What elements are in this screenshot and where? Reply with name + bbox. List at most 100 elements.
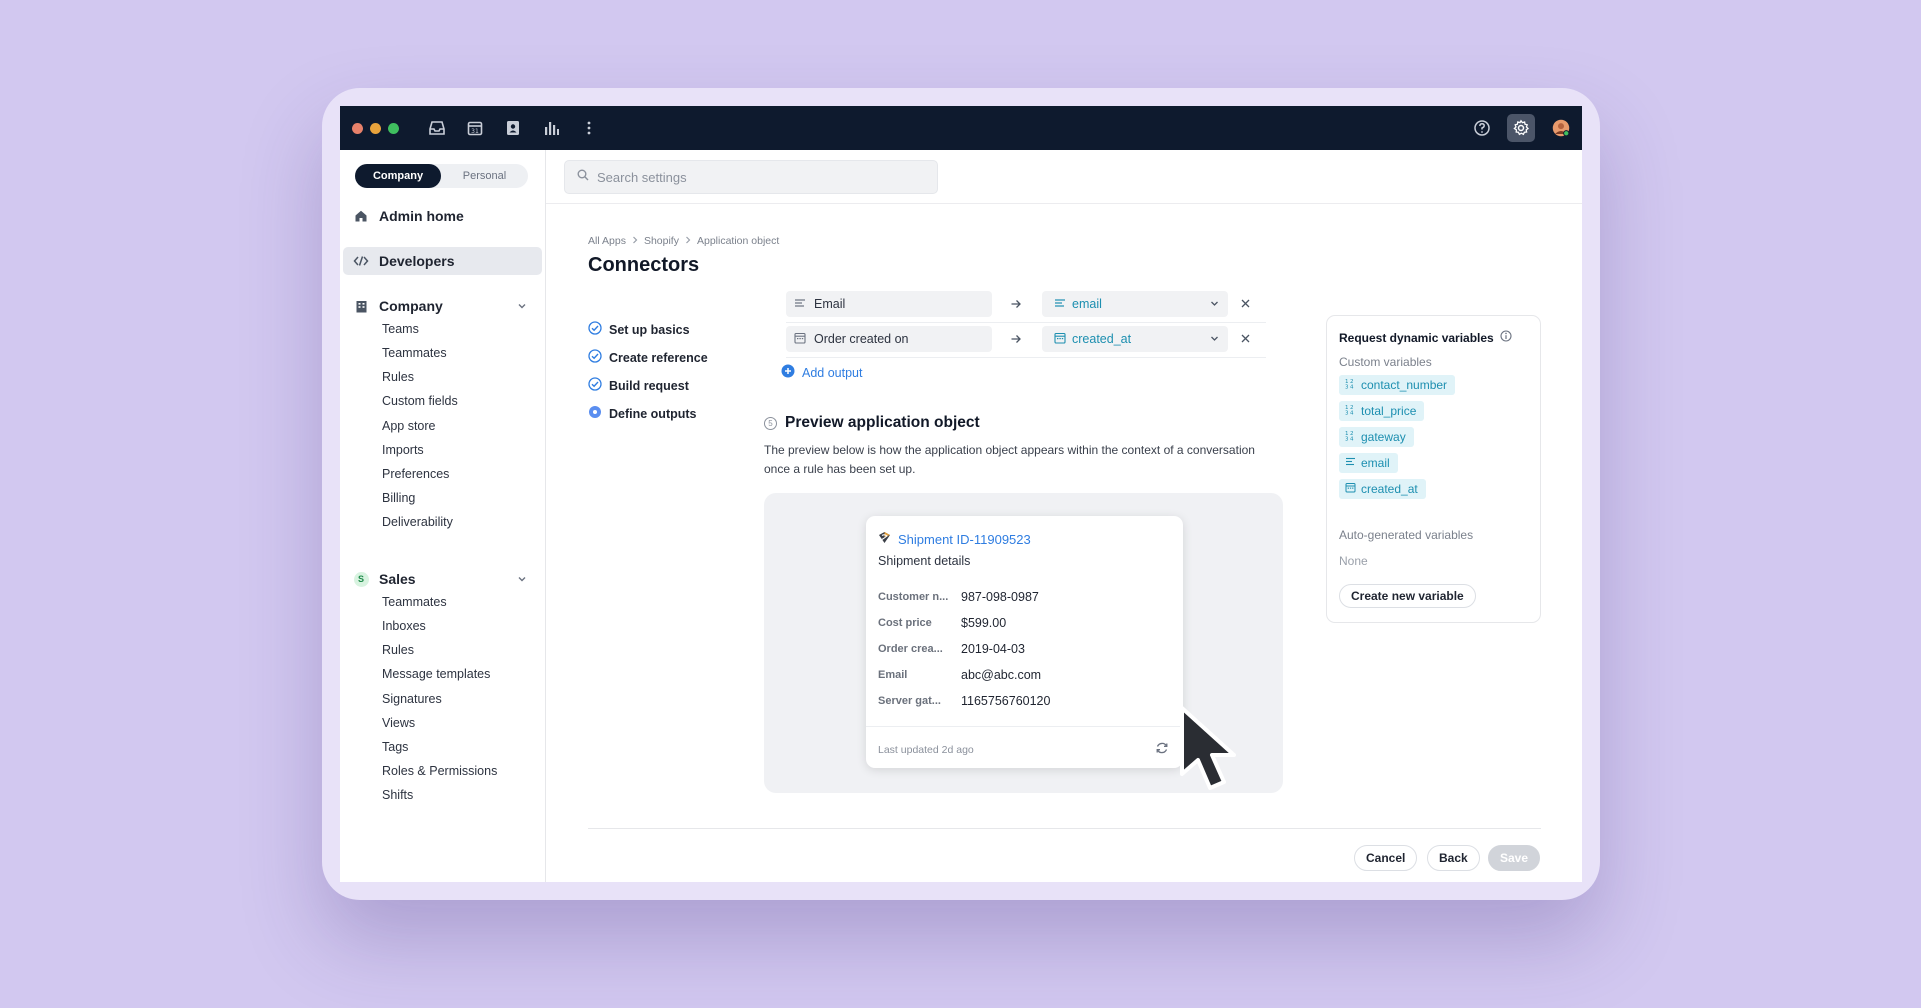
step-create-reference[interactable]: Create reference [588, 349, 708, 366]
nav-sales-item[interactable]: Signatures [382, 691, 442, 707]
add-output-label: Add output [802, 365, 863, 380]
card-field-key: Server gat... [878, 695, 941, 707]
step-define-outputs[interactable]: Define outputs [588, 405, 697, 422]
nav-company-item[interactable]: Deliverability [382, 514, 453, 530]
remove-mapping-icon[interactable] [1240, 331, 1251, 349]
nav-company-item[interactable]: Imports [382, 442, 424, 458]
card-field-key: Cost price [878, 617, 932, 629]
step-label: Create reference [609, 350, 708, 365]
nav-section-company-label: Company [379, 298, 443, 314]
output-mapping-row: Email email [786, 289, 1266, 323]
card-field-value: 1165756760120 [961, 694, 1051, 708]
chevron-down-icon[interactable] [516, 572, 528, 588]
search-settings-field[interactable] [564, 160, 938, 194]
variable-chip[interactable]: created_at [1339, 479, 1426, 499]
nav-developers-label: Developers [379, 253, 455, 269]
mapping-target-select[interactable]: email [1042, 291, 1228, 317]
variables-title: Request dynamic variables [1339, 330, 1494, 345]
window-minimize-dot[interactable] [370, 123, 381, 134]
step-set-up-basics[interactable]: Set up basics [588, 321, 690, 338]
shipment-id: Shipment ID-11909523 [898, 531, 1031, 547]
breadcrumb-all-apps[interactable]: All Apps [588, 235, 626, 247]
mapping-source-field[interactable]: Order created on [786, 326, 992, 352]
window-zoom-dot[interactable] [388, 123, 399, 134]
calendar-icon[interactable]: 31 [464, 117, 486, 139]
window-close-dot[interactable] [352, 123, 363, 134]
search-input[interactable] [597, 169, 917, 185]
reports-icon[interactable] [540, 117, 562, 139]
card-subtitle: Shipment details [878, 554, 971, 568]
refresh-icon[interactable] [1155, 741, 1169, 760]
nav-company-item[interactable]: Custom fields [382, 393, 458, 409]
nav-admin-home[interactable]: Admin home [343, 202, 542, 230]
back-button[interactable]: Back [1427, 845, 1480, 871]
nav-sales-item[interactable]: Inboxes [382, 618, 426, 634]
breadcrumb-current: Application object [696, 235, 780, 247]
variable-chip[interactable]: 1234 total_price [1339, 401, 1425, 421]
svg-text:4: 4 [1350, 411, 1354, 416]
check-circle-icon [588, 377, 602, 394]
shopify-logo-icon [878, 531, 891, 547]
shipment-link[interactable]: Shipment ID-11909523 [878, 531, 1031, 547]
step-build-request[interactable]: Build request [588, 377, 689, 394]
inbox-icon[interactable] [426, 117, 448, 139]
cancel-button[interactable]: Cancel [1354, 845, 1418, 871]
card-field-value: $599.00 [961, 616, 1007, 630]
contacts-icon[interactable] [502, 117, 524, 139]
add-output-button[interactable]: Add output [781, 364, 862, 381]
nav-section-sales[interactable]: S Sales [343, 568, 542, 590]
last-updated-text: Last updated 2d ago [878, 744, 974, 756]
nav-sales-item[interactable]: Rules [382, 642, 414, 658]
page-title: Connectors [588, 254, 700, 276]
settings-gear-icon[interactable] [1507, 114, 1535, 142]
nav-section-company[interactable]: Company [343, 295, 542, 317]
variable-chip[interactable]: email [1339, 453, 1398, 473]
svg-text:3: 3 [1345, 385, 1349, 390]
scope-toggle: Company Personal [355, 164, 528, 188]
nav-company-item[interactable]: App store [382, 418, 436, 434]
nav-company-item[interactable]: Preferences [382, 466, 449, 482]
more-icon[interactable] [578, 117, 600, 139]
nav-sales-item[interactable]: Roles & Permissions [382, 763, 497, 779]
calendar-field-icon [794, 332, 806, 347]
nav-company-item[interactable]: Billing [382, 490, 415, 506]
nav-section-sales-label: Sales [379, 571, 416, 587]
mapping-target-value: created_at [1072, 332, 1132, 346]
chevron-down-icon[interactable] [516, 299, 528, 315]
card-field-key: Customer n... [878, 591, 949, 603]
scope-company-option[interactable]: Company [355, 164, 441, 188]
variable-chip[interactable]: 1234 contact_number [1339, 375, 1456, 395]
info-icon[interactable] [1500, 330, 1512, 345]
title-bar: 31 [340, 106, 1582, 150]
nav-company-item[interactable]: Teammates [382, 345, 447, 361]
user-avatar[interactable] [1549, 116, 1573, 140]
nav-sales-item[interactable]: Views [382, 715, 415, 731]
remove-mapping-icon[interactable] [1240, 296, 1251, 314]
text-variable-icon [1345, 456, 1356, 470]
scope-personal-option[interactable]: Personal [441, 164, 528, 188]
mapping-target-select[interactable]: created_at [1042, 326, 1228, 352]
nav-sales-item[interactable]: Teammates [382, 594, 447, 610]
text-field-icon [794, 297, 806, 312]
arrow-right-icon [1010, 297, 1022, 315]
help-icon[interactable] [1471, 117, 1493, 139]
card-divider [866, 726, 1183, 727]
nav-company-item[interactable]: Teams [382, 321, 419, 337]
code-icon [343, 255, 379, 267]
app-window: 31 Company Personal Admin home Developer… [340, 106, 1582, 882]
chevron-down-icon [1209, 333, 1220, 347]
text-field-icon [1054, 297, 1066, 312]
save-button[interactable]: Save [1488, 845, 1541, 871]
breadcrumb-shopify[interactable]: Shopify [644, 235, 679, 247]
create-new-variable-button[interactable]: Create new variable [1339, 584, 1476, 608]
nav-developers[interactable]: Developers [343, 247, 542, 275]
mapping-source-field[interactable]: Email [786, 291, 992, 317]
mouse-pointer-icon [1178, 704, 1258, 801]
svg-text:4: 4 [1350, 385, 1354, 390]
nav-sales-item[interactable]: Shifts [382, 787, 413, 803]
nav-sales-item[interactable]: Tags [382, 739, 408, 755]
nav-company-item[interactable]: Rules [382, 369, 414, 385]
settings-sidebar: Company Personal Admin home Developers C… [340, 150, 546, 882]
variable-chip[interactable]: 1234 gateway [1339, 427, 1414, 447]
nav-sales-item[interactable]: Message templates [382, 666, 490, 682]
